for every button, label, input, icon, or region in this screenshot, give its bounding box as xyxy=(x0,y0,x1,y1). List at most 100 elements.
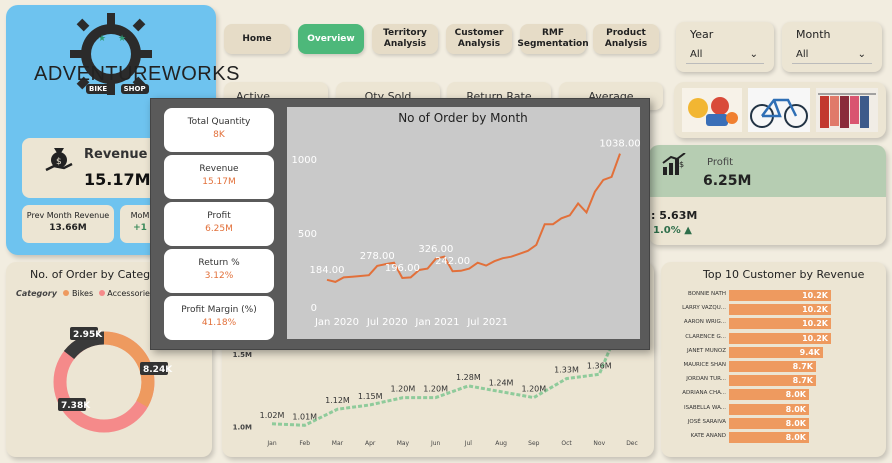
bar-mark: 8.7K xyxy=(729,375,816,387)
donut-label-b: 8.24K xyxy=(143,365,173,375)
tooltip-value: 6.25M xyxy=(205,224,233,234)
bar-value-label: 10.2K xyxy=(802,291,828,300)
bar-mark: 10.2K xyxy=(729,332,831,344)
svg-text:★: ★ xyxy=(98,34,106,44)
legend-bikes: Bikes xyxy=(72,289,94,298)
top-customers-card: Top 10 Customer by Revenue BONNIE NATH 10… xyxy=(661,262,886,457)
data-label: 1.33M xyxy=(554,366,579,375)
bar-category-label: KATE ANAND xyxy=(690,433,726,439)
profit-value: 6.25M xyxy=(703,173,752,189)
accessories-image-icon xyxy=(682,88,742,132)
month-select-value: All xyxy=(796,49,809,60)
product-images xyxy=(674,82,886,138)
donut-legend-label: Category xyxy=(16,289,57,298)
tooltip-title: Revenue xyxy=(199,164,239,174)
tooltip-title: Total Quantity xyxy=(187,117,251,127)
month-select[interactable]: All ⌄ xyxy=(792,46,872,64)
bar-value-label: 10.2K xyxy=(802,305,828,315)
x-tick-label: Jun xyxy=(430,440,441,447)
bar-mark: 8.0K xyxy=(729,417,809,429)
bar-mark: 8.0K xyxy=(729,389,809,401)
bar-mark: 10.2K xyxy=(729,290,831,301)
x-tick-label: Nov xyxy=(593,440,605,447)
nav-territory-button[interactable]: Territory Analysis xyxy=(372,24,438,54)
brand-sub-left: BIKE xyxy=(86,84,111,94)
bar-mark: 8.0K xyxy=(729,403,809,415)
x-tick-label: May xyxy=(397,440,410,447)
data-label: 242.00 xyxy=(435,256,470,267)
tooltip-value: 41.18% xyxy=(201,318,237,328)
donut-label-c: 7.38K xyxy=(61,401,91,411)
data-label: 1.20M xyxy=(521,385,546,394)
tooltip-value: 3.12% xyxy=(204,271,234,281)
nav-customer-button[interactable]: Customer Analysis xyxy=(446,24,512,54)
chart-title: No of Order by Month xyxy=(398,111,528,125)
bar-row: JANET MUNOZ 9.4K xyxy=(661,346,886,359)
profit-title: Profit xyxy=(707,157,734,168)
top-customers-title: Top 10 Customer by Revenue xyxy=(703,268,865,281)
x-tick-label: Sep xyxy=(528,440,540,447)
nav-rmf-button[interactable]: RMF Segmentation xyxy=(517,24,589,54)
bar-value-label: 8.7K xyxy=(792,362,813,371)
x-tick-label: Feb xyxy=(299,440,310,447)
bar-row: AARON WRIG... 10.2K xyxy=(661,318,886,330)
bar-mark: 8.0K xyxy=(729,432,809,443)
year-select[interactable]: All ⌄ xyxy=(686,46,764,64)
x-tick-label: Dec xyxy=(626,440,638,447)
data-label: 184.00 xyxy=(310,265,345,276)
tooltip-card-profit: Profit 6.25M xyxy=(164,202,274,246)
tooltip-card-revenue: Revenue 15.17M xyxy=(164,155,274,199)
bar-row: CLARENCE G... 10.2K xyxy=(661,332,886,345)
bar-row: LARRY VAZQU... 10.2K xyxy=(661,304,886,316)
x-tick-label: Jul xyxy=(464,440,473,447)
profit-prev-value: : 5.63M xyxy=(651,209,698,222)
bar-row: ADRIANA CHA... 8.0K xyxy=(661,389,886,401)
year-filter[interactable]: Year All ⌄ xyxy=(676,22,774,72)
bar-category-label: ISABELLA WA... xyxy=(683,404,726,411)
chevron-down-icon: ⌄ xyxy=(749,49,758,60)
bar-row: BONNIE NATH 10.2K xyxy=(661,290,886,302)
clothing-image-icon xyxy=(816,88,878,132)
month-filter[interactable]: Month All ⌄ xyxy=(782,22,882,72)
nav-overview-button[interactable]: Overview xyxy=(298,24,364,54)
tooltip-value: 15.17M xyxy=(202,177,236,187)
nav-product-button[interactable]: Product Analysis xyxy=(593,24,659,54)
data-label: 1.12M xyxy=(325,396,350,405)
bar-mark: 10.2K xyxy=(729,304,831,316)
x-tick-label: Jan xyxy=(266,440,276,447)
bar-category-label: JANET MUNOZ xyxy=(687,347,726,354)
tooltip-card-return: Return % 3.12% xyxy=(164,249,274,293)
data-label: 326.00 xyxy=(418,244,453,255)
tooltip-card-profit-margin: Profit Margin (%) 41.18% xyxy=(164,296,274,340)
money-bag-icon: $ xyxy=(45,148,73,172)
bar-value-label: 9.4K xyxy=(799,347,820,357)
data-label: 1038.00 xyxy=(599,139,640,150)
donut-label-a: 2.95K xyxy=(73,330,103,340)
year-filter-label: Year xyxy=(690,28,714,41)
x-tick-label: Aug xyxy=(495,440,507,447)
x-tick-label: Jul 2020 xyxy=(366,317,408,328)
tooltip-value: 8K xyxy=(213,130,225,140)
tooltip-title: Return % xyxy=(198,258,240,268)
data-label: 1.15M xyxy=(358,392,383,401)
bar-mark: 10.2K xyxy=(729,318,831,330)
legend-accessories: Accessorie xyxy=(107,289,150,298)
bar-category-label: JOSÉ SARAIVA xyxy=(687,418,726,425)
tooltip-title: Profit Margin (%) xyxy=(181,305,257,315)
profit-card: $ Profit 6.25M : 5.63M 1.0% ▲ xyxy=(649,145,886,245)
data-label: 278.00 xyxy=(360,251,395,262)
brand-name: ADVENTUREWORKS xyxy=(34,63,240,85)
bar-value-label: 10.2K xyxy=(802,319,828,329)
revenue-value: 15.17M xyxy=(84,170,151,189)
orders-line-chart: No of Order by Month 0 500 1000 Jan 2020 Jul … xyxy=(292,111,641,328)
x-tick-label: Jan 2021 xyxy=(414,317,459,328)
y-tick-label: 1.5M xyxy=(233,351,252,359)
profit-pct: 1.0% ▲ xyxy=(653,225,692,236)
y-tick-label: 1000 xyxy=(292,155,317,166)
x-tick-label: Oct xyxy=(561,440,572,447)
nav-home-button[interactable]: Home xyxy=(224,24,290,54)
donut-title: No. of Order by Categ xyxy=(30,268,151,281)
bar-value-label: 8.7K xyxy=(792,376,813,386)
orders-by-month-chart-area: No of Order by Month 0 500 1000 Jan 2020 Jul … xyxy=(287,107,641,339)
data-label: 1.20M xyxy=(391,385,416,394)
